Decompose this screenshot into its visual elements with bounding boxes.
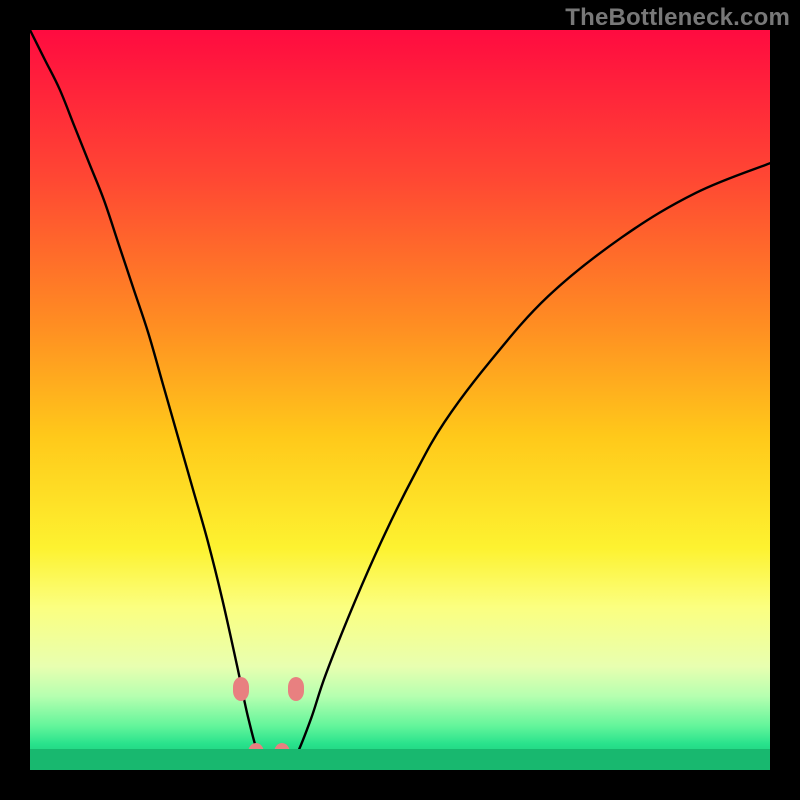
chart-frame: TheBottleneck.com [0,0,800,800]
plot-area [30,30,770,770]
marker-right-shoulder [288,677,304,701]
bottom-green-bar [30,749,770,770]
marker-left-shoulder [233,677,249,701]
watermark-text: TheBottleneck.com [565,4,790,32]
bottleneck-curve [30,30,770,770]
